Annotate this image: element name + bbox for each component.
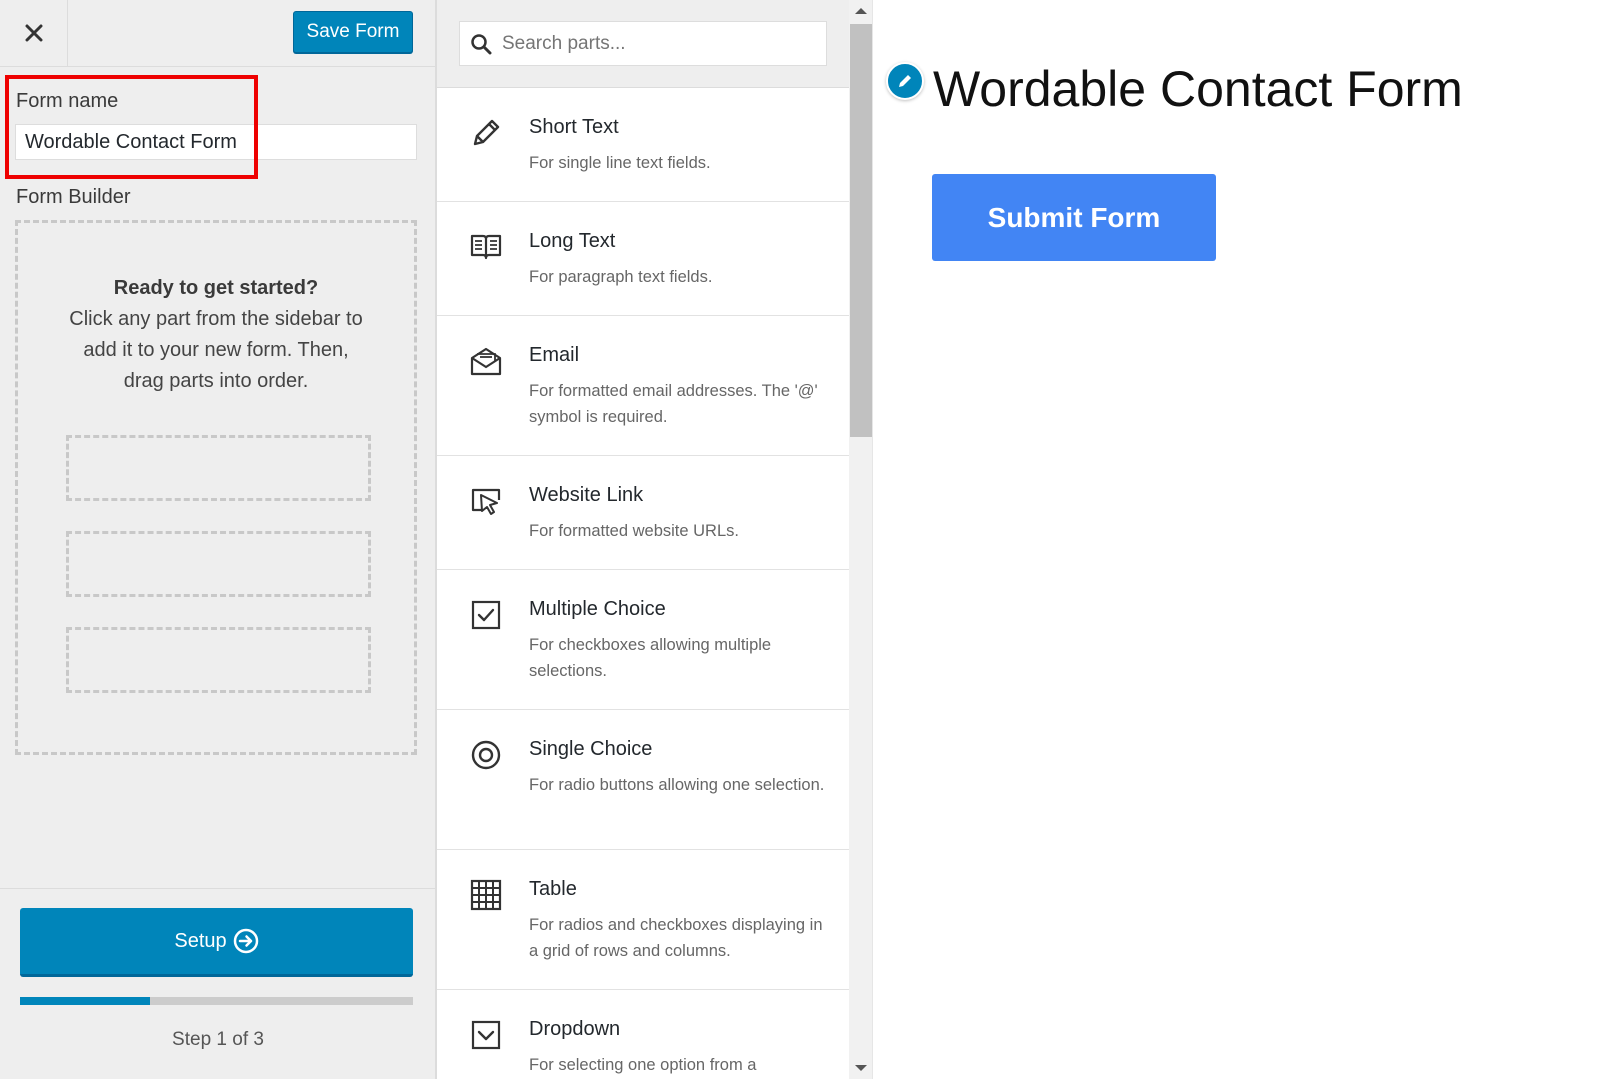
part-description: For radio buttons allowing one selection… <box>529 776 825 794</box>
parts-scrollbar[interactable] <box>849 0 873 1079</box>
part-description: For formatted email addresses. The '@' s… <box>529 382 818 426</box>
step-progress-bar <box>20 997 413 1005</box>
preview-form-title: Wordable Contact Form <box>933 61 1463 117</box>
form-name-label: Form name <box>16 90 119 112</box>
radio-icon <box>471 740 501 770</box>
form-settings-panel: Save Form Form name Form Builder Ready t… <box>0 0 436 1079</box>
part-description: For paragraph text fields. <box>529 268 713 286</box>
form-name-input[interactable] <box>15 124 417 160</box>
part-description: For formatted website URLs. <box>529 522 739 540</box>
builder-line-2: add it to your new form. Then, <box>83 339 349 361</box>
part-title: Email <box>529 344 580 366</box>
pencil-icon <box>473 119 500 146</box>
checkbox-icon <box>471 600 501 630</box>
part-dropdown[interactable]: Dropdown For selecting one option from a… <box>437 990 850 1079</box>
part-title: Dropdown <box>529 1018 621 1040</box>
search-box[interactable] <box>459 21 827 66</box>
setup-button[interactable]: Setup <box>20 908 413 977</box>
cursor-link-icon <box>471 488 501 515</box>
scroll-down-arrow-icon[interactable] <box>855 1065 867 1071</box>
placeholder-slot <box>66 627 371 693</box>
book-icon <box>470 234 502 260</box>
parts-sidebar: Short Text For single line text fields. … <box>436 0 850 1079</box>
part-email[interactable]: Email For formatted email addresses. The… <box>437 316 850 456</box>
part-title: Single Choice <box>529 738 653 760</box>
part-title: Short Text <box>529 116 619 138</box>
builder-line-1: Click any part from the sidebar to <box>69 308 363 330</box>
search-icon <box>471 33 492 54</box>
scroll-thumb[interactable] <box>850 24 872 437</box>
arrow-right-circle-icon <box>233 928 258 954</box>
placeholder-slot <box>66 435 371 501</box>
setup-label: Setup <box>174 929 227 952</box>
save-form-button[interactable]: Save Form <box>293 11 413 53</box>
part-website-link[interactable]: Website Link For formatted website URLs. <box>437 456 850 570</box>
submit-form-button[interactable]: Submit Form <box>932 174 1216 261</box>
form-builder-label: Form Builder <box>16 186 131 208</box>
envelope-icon <box>470 347 502 376</box>
panel-toolbar: Save Form <box>0 0 436 67</box>
search-area <box>437 0 850 88</box>
part-short-text[interactable]: Short Text For single line text fields. <box>437 88 850 202</box>
pencil-icon <box>899 75 911 87</box>
part-title: Long Text <box>529 230 616 252</box>
form-preview: Wordable Contact Form Submit Form <box>874 0 1600 1079</box>
builder-heading: Ready to get started? <box>113 277 319 299</box>
step-progress-fill <box>20 997 150 1005</box>
dropdown-icon <box>471 1020 501 1050</box>
part-description: For single line text fields. <box>529 154 711 172</box>
placeholder-slot <box>66 531 371 597</box>
part-table[interactable]: Table For radios and checkboxes displayi… <box>437 850 850 990</box>
edit-title-button[interactable] <box>886 62 924 100</box>
part-single-choice[interactable]: Single Choice For radio buttons allowing… <box>437 710 850 850</box>
close-button[interactable] <box>0 0 68 66</box>
builder-instructions: Ready to get started? Click any part fro… <box>18 273 414 397</box>
form-builder-dropzone[interactable]: Ready to get started? Click any part fro… <box>15 220 417 755</box>
footer-divider <box>0 888 436 889</box>
part-description: For checkboxes allowing multiple selecti… <box>529 636 772 680</box>
part-long-text[interactable]: Long Text For paragraph text fields. <box>437 202 850 316</box>
step-indicator: Step 1 of 3 <box>172 1029 264 1050</box>
builder-line-3: drag parts into order. <box>123 370 309 392</box>
part-title: Multiple Choice <box>529 598 666 620</box>
search-input[interactable] <box>502 32 802 55</box>
part-multiple-choice[interactable]: Multiple Choice For checkboxes allowing … <box>437 570 850 710</box>
part-description: For radios and checkboxes displaying in … <box>529 916 823 960</box>
scroll-up-arrow-icon[interactable] <box>855 8 867 14</box>
part-title: Table <box>529 878 577 900</box>
grid-icon <box>470 879 502 911</box>
part-description: For selecting one option from a dropdown… <box>529 1056 757 1074</box>
close-icon <box>25 24 42 42</box>
part-title: Website Link <box>529 484 644 506</box>
